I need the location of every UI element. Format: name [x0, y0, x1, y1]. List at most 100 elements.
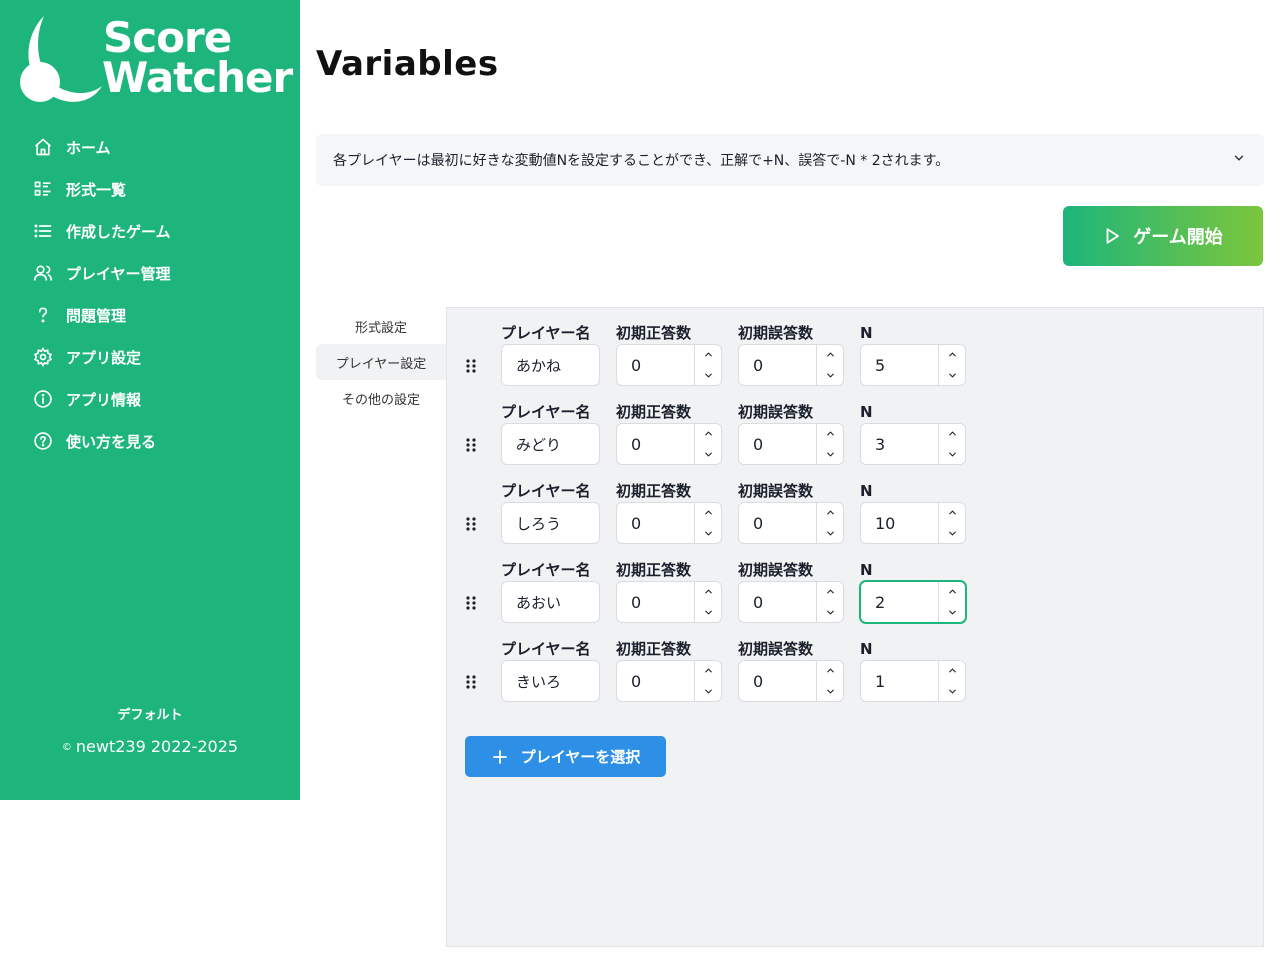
decrement-button[interactable]: [695, 443, 721, 465]
increment-button[interactable]: [817, 424, 843, 444]
increment-button[interactable]: [939, 582, 965, 602]
increment-button[interactable]: [695, 424, 721, 444]
increment-button[interactable]: [695, 345, 721, 365]
select-player-button[interactable]: プレイヤーを選択: [465, 736, 666, 777]
variable-n-input[interactable]: 2: [860, 581, 966, 623]
initial-wrong-label: 初期誤答数: [738, 324, 814, 342]
initial-correct-input[interactable]: 0: [616, 423, 722, 465]
drag-handle-icon[interactable]: [465, 674, 485, 694]
decrement-button[interactable]: [817, 443, 843, 465]
decrement-button[interactable]: [817, 601, 843, 623]
initial-correct-field: 初期正答数 0: [616, 401, 722, 465]
app-logo[interactable]: Score Watcher: [14, 13, 293, 109]
logo-line-1: Score: [103, 13, 232, 62]
sidebar-item-label: 形式一覧: [66, 180, 127, 199]
initial-correct-input[interactable]: 0: [616, 660, 722, 702]
decrement-button[interactable]: [817, 680, 843, 702]
decrement-button[interactable]: [939, 522, 965, 544]
decrement-button[interactable]: [817, 364, 843, 386]
number-stepper: [694, 582, 721, 622]
number-stepper: [694, 661, 721, 701]
page-title: Variables: [316, 44, 499, 84]
sidebar-item-help[interactable]: 使い方を見る: [24, 420, 284, 462]
drag-handle-icon[interactable]: [465, 358, 485, 378]
tab-player-settings[interactable]: プレイヤー設定: [316, 344, 446, 380]
decrement-button[interactable]: [695, 680, 721, 702]
variable-n-input[interactable]: 3: [860, 423, 966, 465]
initial-correct-label: 初期正答数: [616, 561, 692, 579]
sidebar-item-app-info[interactable]: アプリ情報: [24, 378, 284, 420]
chevron-up-icon: [825, 424, 836, 443]
player-name-input[interactable]: あかね: [501, 344, 600, 386]
increment-button[interactable]: [695, 661, 721, 681]
number-stepper: [816, 424, 843, 464]
variable-n-input[interactable]: 10: [860, 502, 966, 544]
initial-wrong-field: 初期誤答数 0: [738, 401, 844, 465]
rule-description-text: 各プレイヤーは最初に好きな変動値Nを設定することができ、正解で+N、誤答で-N …: [333, 153, 950, 169]
rule-description-accordion[interactable]: 各プレイヤーは最初に好きな変動値Nを設定することができ、正解で+N、誤答で-N …: [316, 134, 1264, 186]
decrement-button[interactable]: [939, 443, 965, 465]
copyright: © newt239 2022-2025: [0, 737, 300, 756]
initial-correct-label: 初期正答数: [616, 482, 692, 500]
chevron-up-icon: [825, 345, 836, 364]
plus-icon: [492, 749, 507, 764]
increment-button[interactable]: [939, 424, 965, 444]
player-name-input[interactable]: しろう: [501, 502, 600, 544]
increment-button[interactable]: [695, 582, 721, 602]
initial-wrong-input[interactable]: 0: [738, 660, 844, 702]
decrement-button[interactable]: [939, 680, 965, 702]
number-stepper: [816, 345, 843, 385]
player-name-input[interactable]: あおい: [501, 581, 600, 623]
drag-handle-icon[interactable]: [465, 595, 485, 615]
player-name-input[interactable]: きいろ: [501, 660, 600, 702]
increment-button[interactable]: [817, 345, 843, 365]
initial-correct-input[interactable]: 0: [616, 502, 722, 544]
increment-button[interactable]: [695, 503, 721, 523]
decrement-button[interactable]: [939, 364, 965, 386]
tab-format-settings[interactable]: 形式設定: [316, 308, 446, 344]
increment-button[interactable]: [939, 345, 965, 365]
initial-wrong-value: 0: [753, 671, 764, 691]
increment-button[interactable]: [939, 503, 965, 523]
increment-button[interactable]: [817, 503, 843, 523]
player-name-label: プレイヤー名: [501, 640, 591, 658]
drag-handle-icon[interactable]: [465, 516, 485, 536]
initial-correct-input[interactable]: 0: [616, 344, 722, 386]
chevron-down-icon: [703, 603, 714, 622]
start-game-button[interactable]: ゲーム開始: [1063, 206, 1263, 266]
chevron-up-icon: [947, 503, 958, 522]
initial-wrong-input[interactable]: 0: [738, 423, 844, 465]
sidebar-item-home[interactable]: ホーム: [24, 126, 284, 168]
increment-button[interactable]: [817, 582, 843, 602]
chevron-down-icon: [825, 445, 836, 464]
initial-wrong-input[interactable]: 0: [738, 344, 844, 386]
decrement-button[interactable]: [817, 522, 843, 544]
sidebar-item-label: 使い方を見る: [66, 432, 157, 451]
sidebar-item-players[interactable]: プレイヤー管理: [24, 252, 284, 294]
number-stepper: [938, 582, 965, 622]
decrement-button[interactable]: [695, 522, 721, 544]
player-name-input[interactable]: みどり: [501, 423, 600, 465]
number-stepper: [694, 424, 721, 464]
variable-n-input[interactable]: 1: [860, 660, 966, 702]
decrement-button[interactable]: [695, 601, 721, 623]
initial-correct-input[interactable]: 0: [616, 581, 722, 623]
sidebar-item-formats[interactable]: 形式一覧: [24, 168, 284, 210]
profile-name[interactable]: デフォルト: [0, 704, 300, 723]
sidebar-item-created-games[interactable]: 作成したゲーム: [24, 210, 284, 252]
player-name-label: プレイヤー名: [501, 482, 591, 500]
initial-wrong-input[interactable]: 0: [738, 502, 844, 544]
drag-handle-icon[interactable]: [465, 437, 485, 457]
increment-button[interactable]: [817, 661, 843, 681]
initial-wrong-input[interactable]: 0: [738, 581, 844, 623]
tab-other-settings[interactable]: その他の設定: [316, 380, 446, 416]
chevron-down-icon: [825, 682, 836, 701]
variable-n-input[interactable]: 5: [860, 344, 966, 386]
initial-correct-value: 0: [631, 592, 642, 612]
increment-button[interactable]: [939, 661, 965, 681]
decrement-button[interactable]: [939, 601, 965, 623]
initial-correct-field: 初期正答数 0: [616, 638, 722, 702]
decrement-button[interactable]: [695, 364, 721, 386]
sidebar-item-app-settings[interactable]: アプリ設定: [24, 336, 284, 378]
sidebar-item-questions[interactable]: 問題管理: [24, 294, 284, 336]
